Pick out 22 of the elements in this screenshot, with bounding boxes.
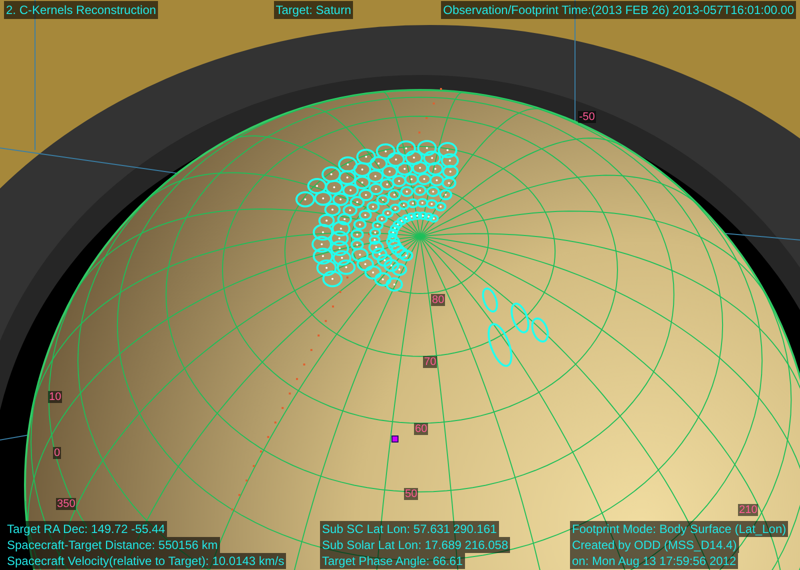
observation-time: Observation/Footprint Time:(2013 FEB 26) 2013-057T16:01:00.00 [441,1,796,19]
info-text: Spacecraft-Target Distance: 550156 km [5,537,220,553]
target-label: Target: Saturn [274,1,354,19]
grid-label: 0 [53,447,62,459]
info-text: on: Mon Aug 13 17:59:56 2012 [570,553,738,569]
info-text: Sub SC Lat Lon: 57.631 290.161 [320,521,499,537]
grid-label: 210 [738,504,758,516]
grid-label: 70 [423,356,438,368]
marker-square-icon [392,436,398,442]
info-text: Spacecraft Velocity(relative to Target): 10.0143 km/s [5,553,286,569]
grid-label: 80 [431,294,446,306]
info-text: Target RA Dec: 149.72 -55.44 [5,521,168,537]
info-text: Sub Solar Lat Lon: 17.689 216.058 [320,537,510,553]
grid-label: -50 [578,111,596,123]
view-title: 2. C-Kernels Reconstruction [4,1,158,19]
grid-label: 50 [404,488,418,500]
grid-label: 10 [48,391,62,403]
info-text: Created by ODD (MSS_D14.4) [570,537,739,553]
grid-label: 350 [56,498,76,510]
info-text: Footprint Mode: Body Surface (Lat_Lon) [570,521,788,537]
info-text: Target Phase Angle: 66.61 [320,553,465,569]
grid-label: 60 [414,423,428,435]
